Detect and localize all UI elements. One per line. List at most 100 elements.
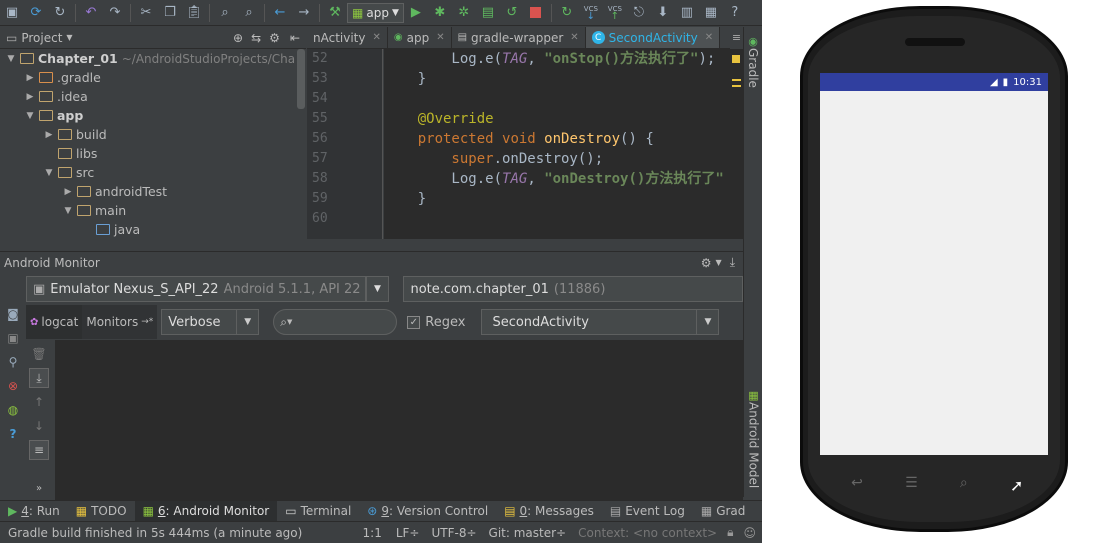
forward-icon[interactable]: → — [294, 3, 314, 23]
close-icon[interactable]: ✕ — [570, 32, 578, 43]
redo-icon[interactable]: ↷ — [105, 3, 125, 23]
expanded-arrow-icon[interactable]: ▼ — [42, 168, 56, 178]
vcs-update-icon[interactable]: ↻ — [557, 3, 577, 23]
record-icon[interactable]: ▣ — [3, 328, 23, 348]
run-config-dropdown[interactable]: ▦ app ▼ — [347, 2, 404, 23]
tool-window-tab[interactable]: ▦ Grad — [693, 501, 754, 522]
phone-screen[interactable] — [820, 73, 1048, 455]
layout-inspector-icon[interactable]: ◍ — [3, 400, 23, 420]
camera-icon[interactable]: ◙ — [3, 304, 23, 324]
tree-item[interactable]: ▶ androidTest — [0, 182, 306, 201]
debug-icon[interactable]: ✱ — [430, 3, 450, 23]
more-icon[interactable]: » — [29, 478, 49, 498]
copy-icon[interactable]: ❐ — [160, 3, 180, 23]
tool-window-tab[interactable]: ▤ Event Log — [602, 501, 693, 522]
expanded-arrow-icon[interactable]: ▼ — [23, 111, 37, 121]
tool-window-tab[interactable]: ▭ Terminal — [277, 501, 359, 522]
undo-icon[interactable]: ↶ — [81, 3, 101, 23]
tool-window-tab[interactable]: ▦ TODO — [68, 501, 135, 522]
back-icon[interactable]: ↩ — [851, 475, 863, 491]
project-tree-scrollbar[interactable] — [296, 49, 306, 249]
expanded-arrow-icon[interactable]: ▼ — [4, 54, 18, 64]
save-all-icon[interactable]: ▣ — [2, 3, 22, 23]
tree-item[interactable]: ▼ main — [0, 201, 306, 220]
up-arrow-icon[interactable]: ↑ — [29, 392, 49, 412]
warning-stripe[interactable] — [732, 79, 741, 81]
cut-icon[interactable]: ✂ — [136, 3, 156, 23]
filter-dropdown[interactable]: SecondActivity ▼ — [481, 309, 720, 335]
logcat-output[interactable] — [56, 340, 743, 500]
tool-window-tab[interactable]: ⊛ 9: Version Control — [359, 501, 496, 522]
device-monitor-icon[interactable]: ▦ — [701, 3, 721, 23]
close-icon[interactable]: ✕ — [372, 32, 380, 43]
soft-wrap-icon[interactable]: ≡ — [29, 440, 49, 460]
warning-stripe[interactable] — [732, 85, 741, 87]
vcs-commit-icon[interactable]: VCS ↑ — [605, 3, 625, 23]
tabs-overflow-icon[interactable]: ≡ — [730, 27, 743, 49]
help-icon[interactable]: ? — [725, 3, 745, 23]
process-dropdown[interactable]: note.com.chapter_01 (11886) — [403, 276, 743, 302]
tree-item[interactable]: libs — [0, 144, 306, 163]
make-project-icon[interactable]: ⚒ — [325, 3, 345, 23]
tree-item[interactable]: ▼ Chapter_01 ~/AndroidStudioProjects/Chap — [0, 49, 306, 68]
gear-icon[interactable]: ⚙ — [269, 31, 280, 45]
refresh-icon[interactable]: ↻ — [50, 3, 70, 23]
vcs-pull-icon[interactable]: VCS ↓ — [581, 3, 601, 23]
scroll-to-end-icon[interactable]: ⤓ — [29, 368, 49, 388]
caret-position[interactable]: 1:1 — [363, 526, 382, 540]
tool-window-tab[interactable]: ▤ 0: Messages — [496, 501, 602, 522]
editor-tab[interactable]: nActivity ✕ — [307, 27, 388, 48]
tool-window-tab[interactable]: ▦ 6: Android Monitor — [134, 500, 278, 522]
chevron-down-icon[interactable]: ▼ — [716, 258, 722, 267]
close-icon[interactable]: ✕ — [705, 32, 713, 43]
menu-icon[interactable]: ☰ — [905, 475, 918, 491]
status-message[interactable]: Gradle build finished in 5s 444ms (a min… — [8, 526, 302, 540]
tree-item[interactable]: ▼ src — [0, 163, 306, 182]
editor-tab[interactable]: ▤ gradle-wrapper ✕ — [452, 27, 586, 48]
collapse-all-icon[interactable]: ⇆ — [251, 31, 261, 45]
tree-item[interactable]: ▼ app — [0, 106, 306, 125]
tree-item[interactable]: ▶ .idea — [0, 87, 306, 106]
regex-checkbox[interactable]: ✓ Regex — [407, 315, 465, 330]
system-info-icon[interactable]: ⚲ — [3, 352, 23, 372]
context-indicator[interactable]: Context: <no context> — [578, 526, 717, 540]
tool-window-tab[interactable]: ▶ 4: Run — [0, 501, 68, 522]
editor-tab[interactable]: ◉ app ✕ — [388, 27, 452, 48]
run-coverage-icon[interactable]: ▤ — [478, 3, 498, 23]
inspector-icon[interactable]: ☺ — [743, 526, 756, 540]
hide-panel-icon[interactable]: ⇤ — [290, 31, 300, 45]
expanded-arrow-icon[interactable]: ▼ — [61, 206, 75, 216]
collapsed-arrow-icon[interactable]: ▶ — [42, 130, 56, 140]
device-dropdown[interactable]: ▣ Emulator Nexus_S_API_22 Android 5.1.1,… — [26, 276, 366, 302]
git-branch[interactable]: Git: master÷ — [489, 526, 567, 540]
sync-icon[interactable]: ⟳ — [26, 3, 46, 23]
history-icon[interactable]: ⎋ — [629, 3, 649, 23]
tree-item[interactable]: java — [0, 220, 306, 239]
lock-icon[interactable]: 🔒︎ — [727, 525, 733, 540]
editor-error-stripe[interactable] — [730, 49, 743, 239]
tree-item[interactable]: ▶ build — [0, 125, 306, 144]
apply-changes-icon[interactable]: ↺ — [502, 3, 522, 23]
log-level-dropdown[interactable]: Verbose ▼ — [161, 309, 260, 335]
collapsed-arrow-icon[interactable]: ▶ — [23, 92, 37, 102]
back-icon[interactable]: ← — [270, 3, 290, 23]
line-separator[interactable]: LF÷ — [396, 526, 420, 540]
device-dropdown-arrow[interactable]: ▼ — [365, 276, 390, 302]
sdk-manager-icon[interactable]: ⬇ — [653, 3, 673, 23]
checkbox-checked-icon[interactable]: ✓ — [407, 315, 421, 329]
search-icon[interactable]: ⌕ — [960, 475, 968, 491]
clear-logcat-icon[interactable]: 🗑︎ — [29, 344, 49, 364]
avd-manager-icon[interactable]: ▥ — [677, 3, 697, 23]
chevron-down-icon[interactable]: ▼ — [66, 33, 72, 42]
paste-icon[interactable]: 📋︎ — [184, 3, 204, 23]
terminate-icon[interactable]: ⊗ — [3, 376, 23, 396]
tree-item[interactable]: ▶ .gradle — [0, 68, 306, 87]
scrollbar-thumb[interactable] — [297, 49, 305, 109]
collapsed-arrow-icon[interactable]: ▶ — [61, 187, 75, 197]
stop-icon[interactable] — [526, 3, 546, 23]
find-icon[interactable]: ⌕ — [215, 3, 235, 23]
gradle-tool-tab[interactable]: ◉ Gradle — [744, 27, 762, 88]
project-view-icon[interactable]: ▭ — [6, 31, 17, 45]
editor-tab[interactable]: C SecondActivity ✕ — [585, 27, 721, 48]
attach-debugger-icon[interactable]: ✲ — [454, 3, 474, 23]
